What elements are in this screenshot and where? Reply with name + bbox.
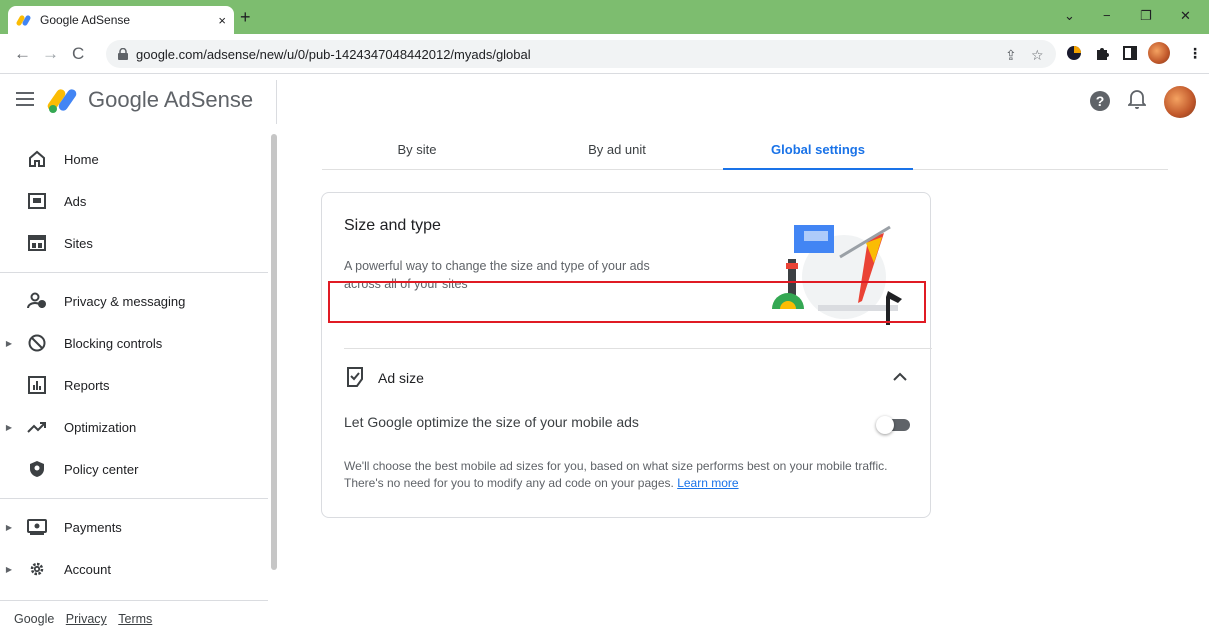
back-button[interactable]: ← xyxy=(14,44,31,64)
sidebar-item-account[interactable]: ▶ Account xyxy=(0,548,268,590)
reload-button[interactable]: C xyxy=(72,44,84,64)
new-tab-button[interactable]: + xyxy=(240,7,251,28)
settings-tabs: By site By ad unit Global settings xyxy=(322,130,1168,170)
sidebar-item-ads[interactable]: Ads xyxy=(0,180,268,222)
mobile-ad-size-option-label: Let Google optimize the size of your mob… xyxy=(344,414,639,430)
expand-caret-icon: ▶ xyxy=(5,564,12,574)
adsense-favicon-icon xyxy=(16,15,31,26)
sidebar-item-label: Home xyxy=(64,151,99,167)
header-divider xyxy=(276,80,277,124)
card-divider xyxy=(344,348,932,349)
puzzle-icon[interactable] xyxy=(1094,45,1110,61)
explanation-text: We'll choose the best mobile ad sizes fo… xyxy=(344,459,888,490)
optimize-mobile-ad-size-toggle[interactable] xyxy=(876,416,910,434)
sidebar-item-label: Blocking controls xyxy=(64,335,163,351)
trending-up-icon xyxy=(26,417,48,437)
ads-icon xyxy=(26,191,48,211)
main-menu-icon[interactable] xyxy=(16,92,34,106)
menu-kebab-icon[interactable]: ⋮ xyxy=(1188,45,1202,62)
sidebar-item-reports[interactable]: Reports xyxy=(0,364,268,406)
footer-google: Google xyxy=(14,612,55,626)
sidebar-item-label: Privacy & messaging xyxy=(64,293,186,309)
restore-button[interactable]: ❐ xyxy=(1140,8,1152,24)
sites-icon xyxy=(26,233,48,253)
sidebar: Home Ads Sites Privacy & messaging ▶ Blo… xyxy=(0,130,277,634)
tab-search-icon[interactable]: ⌄ xyxy=(1064,8,1075,24)
sidebar-item-label: Ads xyxy=(64,193,87,209)
bookmark-star-icon[interactable]: ☆ xyxy=(1031,47,1044,64)
help-icon[interactable]: ? xyxy=(1090,91,1110,111)
highlight-annotation-box xyxy=(328,281,926,323)
notifications-bell-icon[interactable] xyxy=(1128,89,1146,111)
sidebar-scrollbar[interactable] xyxy=(271,134,277,570)
sidebar-item-home[interactable]: Home xyxy=(0,138,268,180)
expand-caret-icon: ▶ xyxy=(5,422,12,432)
tab-by-site[interactable]: By site xyxy=(322,130,512,170)
reports-icon xyxy=(26,375,48,395)
close-tab-icon[interactable]: × xyxy=(218,13,226,28)
url-text: google.com/adsense/new/u/0/pub-142434704… xyxy=(136,46,531,62)
sidebar-item-label: Policy center xyxy=(64,461,139,477)
home-icon xyxy=(26,149,48,169)
sidebar-item-label: Reports xyxy=(64,377,110,393)
profile-avatar-icon[interactable] xyxy=(1148,42,1170,64)
sidebar-footer: Google Privacy Terms xyxy=(14,612,152,626)
terms-link[interactable]: Terms xyxy=(118,612,152,626)
sidebar-item-blocking-controls[interactable]: ▶ Blocking controls xyxy=(0,322,268,364)
sidebar-item-label: Sites xyxy=(64,235,93,251)
payments-icon xyxy=(26,517,48,537)
sidebar-item-payments[interactable]: ▶ Payments xyxy=(0,506,268,548)
sidebar-item-policy-center[interactable]: Policy center xyxy=(0,448,268,490)
sidebar-divider xyxy=(0,600,268,601)
sidebar-item-label: Payments xyxy=(64,519,122,535)
brand-title: Google AdSense xyxy=(88,87,254,112)
minimize-button[interactable]: − xyxy=(1103,8,1111,23)
lock-icon xyxy=(118,48,128,60)
size-and-type-card: Size and type A powerful way to change t… xyxy=(321,192,932,518)
learn-more-link[interactable]: Learn more xyxy=(677,476,738,490)
block-icon xyxy=(26,333,48,353)
chevron-up-icon[interactable] xyxy=(890,367,910,387)
toggle-knob xyxy=(876,416,894,434)
sidebar-item-label: Account xyxy=(64,561,111,577)
privacy-icon xyxy=(26,291,48,311)
url-bar[interactable]: google.com/adsense/new/u/0/pub-142434704… xyxy=(106,40,1056,68)
shield-icon xyxy=(26,459,48,479)
address-bar-row: ← → C google.com/adsense/new/u/0/pub-142… xyxy=(0,34,1209,74)
forward-button[interactable]: → xyxy=(42,44,59,64)
app-header: Google AdSense ? xyxy=(0,74,1209,130)
tab-by-ad-unit[interactable]: By ad unit xyxy=(522,130,712,170)
sidebar-item-privacy-messaging[interactable]: Privacy & messaging xyxy=(0,280,268,322)
extension-icon[interactable] xyxy=(1066,45,1082,61)
sidebar-item-sites[interactable]: Sites xyxy=(0,222,268,264)
close-window-button[interactable]: ✕ xyxy=(1180,8,1191,24)
card-title: Size and type xyxy=(344,217,441,234)
expand-caret-icon: ▶ xyxy=(5,522,12,532)
tab-title: Google AdSense xyxy=(40,13,131,27)
sidebar-divider xyxy=(0,272,268,273)
sidebar-item-optimization[interactable]: ▶ Optimization xyxy=(0,406,268,448)
account-avatar[interactable] xyxy=(1164,86,1196,118)
ad-size-section-title: Ad size xyxy=(378,370,424,386)
tab-global-settings[interactable]: Global settings xyxy=(723,130,913,170)
sidebar-item-label: Optimization xyxy=(64,419,137,435)
privacy-link[interactable]: Privacy xyxy=(66,612,107,626)
sidebar-divider xyxy=(0,498,268,499)
option-explanation: We'll choose the best mobile ad sizes fo… xyxy=(344,458,904,492)
browser-tab[interactable]: Google AdSense × xyxy=(8,6,234,34)
ad-size-icon xyxy=(347,367,363,387)
expand-caret-icon: ▶ xyxy=(5,338,12,348)
share-icon[interactable]: ⇪ xyxy=(1005,47,1017,64)
side-panel-icon[interactable] xyxy=(1122,45,1138,61)
gear-icon xyxy=(26,559,48,579)
browser-tab-bar: Google AdSense × + ⌄ − ❐ ✕ xyxy=(0,0,1209,34)
adsense-logo-icon xyxy=(47,89,77,113)
